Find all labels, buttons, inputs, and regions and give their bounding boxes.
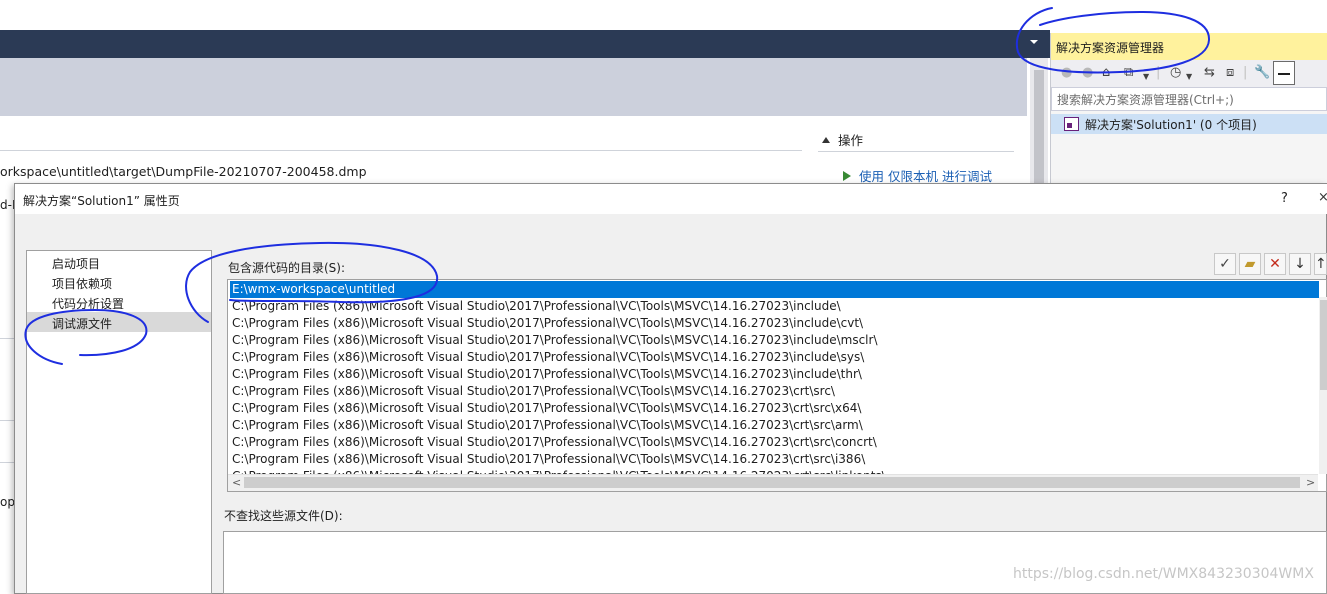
delete-icon[interactable]: ✕ [1264, 253, 1286, 275]
list-item[interactable]: C:\Program Files (x86)\Microsoft Visual … [230, 434, 1319, 451]
dialog-title: 解决方案“Solution1” 属性页 [23, 194, 180, 208]
forward-icon[interactable]: ● [1082, 65, 1093, 81]
list-item[interactable]: C:\Program Files (x86)\Microsoft Visual … [230, 400, 1319, 417]
chevron-down-icon[interactable]: ▼ [1143, 69, 1149, 85]
ide-scrollbar-thumb[interactable] [1034, 70, 1044, 190]
properties-icon[interactable]: 🔧 [1254, 65, 1270, 81]
divider [0, 420, 14, 421]
home-icon[interactable]: ⌂ [1102, 65, 1110, 81]
list-item[interactable]: C:\Program Files (x86)\Microsoft Visual … [230, 451, 1319, 468]
chevron-right-icon[interactable]: > [1306, 476, 1315, 489]
switch-view-icon[interactable]: ⧉ [1124, 65, 1133, 81]
solution-icon [1064, 117, 1079, 131]
list-item[interactable]: C:\Program Files (x86)\Microsoft Visual … [230, 298, 1319, 315]
back-icon[interactable]: ● [1061, 65, 1072, 81]
operations-header[interactable]: 操作 [822, 130, 863, 149]
dump-file-path: orkspace\untitled\target\DumpFile-202107… [0, 164, 367, 179]
nav-item-debug-source-files[interactable]: 调试源文件 [27, 312, 211, 332]
separator: | [1243, 65, 1248, 80]
list-item[interactable]: C:\Program Files (x86)\Microsoft Visual … [230, 383, 1319, 400]
scrollbar-thumb[interactable] [1320, 300, 1327, 390]
play-icon [843, 171, 851, 181]
debug-prefix[interactable]: 使用 [859, 169, 884, 184]
history-icon[interactable]: ◷ [1170, 65, 1181, 81]
divider [0, 462, 14, 463]
checkmark-icon[interactable]: ✓ [1214, 253, 1236, 275]
ide-document-header [0, 58, 1027, 116]
operations-header-label: 操作 [838, 133, 864, 148]
exclude-files-label: 不查找这些源文件(D): [224, 509, 343, 523]
sync-icon[interactable]: ⇆ [1204, 65, 1215, 81]
list-item[interactable]: E:\wmx-workspace\untitled [230, 281, 1319, 298]
collapse-all-icon[interactable]: ⧈ [1226, 65, 1234, 81]
list-item[interactable]: C:\Program Files (x86)\Microsoft Visual … [230, 366, 1319, 383]
close-button[interactable]: × [1318, 190, 1327, 205]
pin-icon[interactable] [1273, 61, 1295, 85]
ide-title-bar [0, 30, 1050, 58]
debug-link[interactable]: 仅限本机 [888, 169, 938, 184]
nav-item-startup-project[interactable]: 启动项目 [27, 252, 211, 272]
help-button[interactable]: ? [1281, 191, 1288, 206]
divider [0, 150, 802, 151]
exclude-files-input[interactable] [223, 531, 1327, 594]
solution-tree-item[interactable]: 解决方案'Solution1' (0 个项目) [1051, 114, 1327, 134]
nav-item-code-analysis[interactable]: 代码分析设置 [27, 292, 211, 312]
list-item[interactable]: C:\Program Files (x86)\Microsoft Visual … [230, 315, 1319, 332]
dialog-title-bar[interactable] [15, 184, 1327, 214]
watermark: https://blog.csdn.net/WMX843230304WMX [1013, 566, 1314, 582]
new-folder-icon[interactable]: ▰ [1239, 253, 1261, 275]
ide-text-fragment: op [0, 495, 15, 509]
list-item[interactable]: C:\Program Files (x86)\Microsoft Visual … [230, 332, 1319, 349]
chevron-left-icon[interactable]: < [232, 476, 241, 489]
separator: | [1156, 65, 1161, 80]
chevron-down-icon[interactable] [1030, 40, 1038, 44]
divider [0, 338, 14, 339]
list-item[interactable]: C:\Program Files (x86)\Microsoft Visual … [230, 417, 1319, 434]
solution-explorer-title[interactable]: 解决方案资源管理器 [1051, 33, 1327, 60]
debug-suffix[interactable]: 进行调试 [942, 169, 992, 184]
move-up-icon[interactable]: ↑ [1314, 253, 1327, 275]
solution-search-input[interactable]: 搜索解决方案资源管理器(Ctrl+;) [1051, 87, 1327, 111]
chevron-down-icon[interactable]: ▼ [1186, 69, 1192, 85]
scrollbar-thumb[interactable] [244, 477, 1300, 488]
list-item[interactable]: C:\Program Files (x86)\Microsoft Visual … [230, 349, 1319, 366]
move-down-icon[interactable]: ↓ [1289, 253, 1311, 275]
source-dirs-label: 包含源代码的目录(S): [228, 261, 346, 275]
nav-item-project-dependencies[interactable]: 项目依赖项 [27, 272, 211, 292]
divider [818, 151, 1014, 152]
chevron-up-icon [822, 137, 830, 143]
